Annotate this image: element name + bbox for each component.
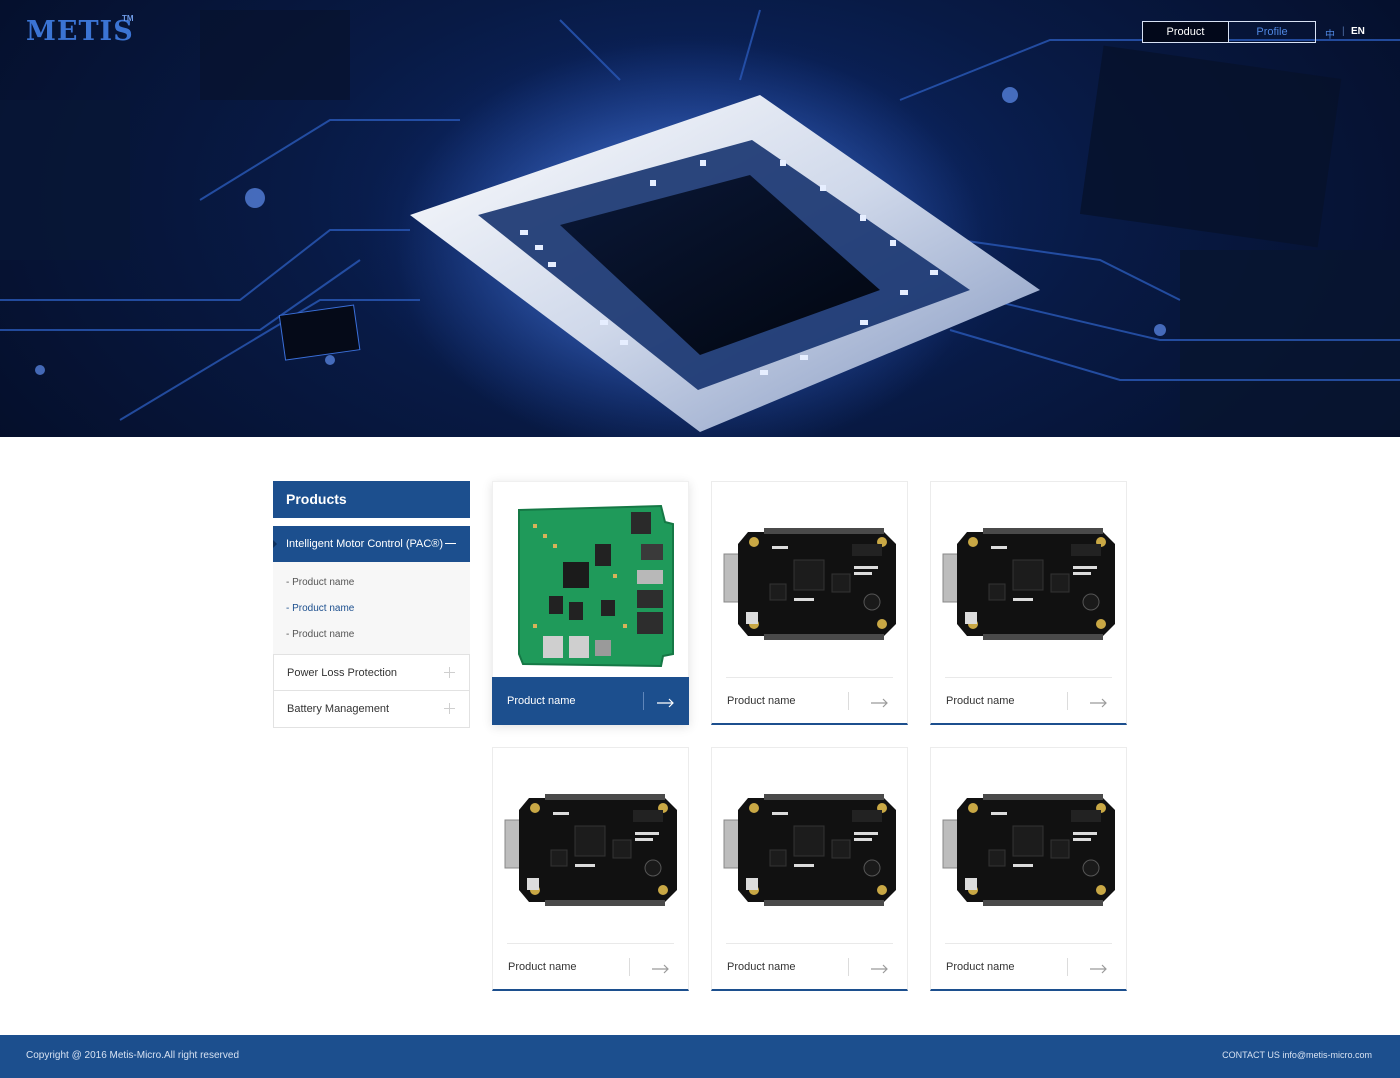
- product-name[interactable]: Product name: [727, 695, 795, 707]
- product-card-footer: Product name: [726, 677, 893, 723]
- sidebar-category-power-loss[interactable]: Power Loss Protection: [273, 654, 470, 691]
- sidebar-subitem[interactable]: - Product name: [273, 570, 470, 596]
- arrow-right-icon[interactable]: [871, 961, 889, 974]
- product-card[interactable]: Product name: [492, 747, 689, 991]
- product-name[interactable]: Product name: [507, 695, 575, 707]
- product-name[interactable]: Product name: [946, 695, 1014, 707]
- lang-english[interactable]: EN: [1351, 26, 1365, 37]
- arrow-right-icon[interactable]: [657, 695, 675, 708]
- product-image[interactable]: [931, 748, 1126, 944]
- product-name[interactable]: Product name: [946, 961, 1014, 973]
- expand-plus-icon[interactable]: [444, 703, 455, 714]
- sidebar-subitem-current[interactable]: - Product name: [273, 596, 470, 622]
- product-card[interactable]: Product name: [930, 481, 1127, 725]
- main-nav: Product Profile: [1142, 21, 1316, 43]
- product-card-footer: Product name: [945, 677, 1112, 723]
- copyright-text: Copyright @ 2016 Metis-Micro.All right r…: [26, 1050, 240, 1061]
- sidebar-category-label: Battery Management: [287, 703, 390, 715]
- active-notch: [273, 540, 277, 548]
- product-image[interactable]: [493, 748, 688, 944]
- footer: Copyright @ 2016 Metis-Micro.All right r…: [0, 1035, 1400, 1078]
- product-card-footer: Product name: [492, 677, 689, 725]
- product-card-footer: Product name: [726, 943, 893, 989]
- sidebar-category-motor-control[interactable]: Intelligent Motor Control (PAC®): [273, 526, 470, 562]
- product-name[interactable]: Product name: [727, 961, 795, 973]
- metis-logo[interactable]: METIS: [26, 16, 134, 47]
- circuit-board-image: [0, 9, 1400, 437]
- footer-divider: [629, 958, 630, 976]
- product-image[interactable]: [712, 748, 907, 944]
- product-card-footer: Product name: [507, 943, 674, 989]
- sidebar-category-label: Power Loss Protection: [287, 667, 398, 679]
- product-card[interactable]: Product name: [492, 481, 689, 725]
- sidebar-subitem[interactable]: - Product name: [273, 622, 470, 648]
- footer-divider: [1067, 692, 1068, 710]
- product-card[interactable]: Product name: [711, 481, 908, 725]
- arrow-right-icon[interactable]: [871, 695, 889, 708]
- sidebar-category-battery[interactable]: Battery Management: [273, 691, 470, 728]
- product-image[interactable]: [931, 482, 1126, 678]
- sidebar-title: Products: [273, 481, 470, 518]
- footer-divider: [1067, 958, 1068, 976]
- contact-email[interactable]: CONTACT US info@metis-micro.com: [1222, 1050, 1372, 1060]
- hero-banner: METIS TM Product Profile 中 | EN: [0, 0, 1400, 437]
- footer-divider: [643, 692, 644, 710]
- product-name[interactable]: Product name: [508, 961, 576, 973]
- arrow-right-icon[interactable]: [652, 961, 670, 974]
- expand-plus-icon[interactable]: [444, 667, 455, 678]
- footer-divider: [848, 958, 849, 976]
- nav-product[interactable]: Product: [1143, 22, 1229, 42]
- lang-separator: |: [1342, 26, 1345, 37]
- page: METIS TM Product Profile 中 | EN Products…: [0, 0, 1400, 1078]
- footer-divider: [848, 692, 849, 710]
- sidebar-subitems: - Product name - Product name - Product …: [273, 562, 470, 654]
- sidebar-category-label: Intelligent Motor Control (PAC®): [286, 538, 444, 550]
- product-sidebar: Products Intelligent Motor Control (PAC®…: [273, 481, 470, 728]
- product-image[interactable]: [493, 482, 688, 678]
- product-card[interactable]: Product name: [930, 747, 1127, 991]
- arrow-right-icon[interactable]: [1090, 961, 1108, 974]
- nav-profile[interactable]: Profile: [1229, 22, 1315, 42]
- collapse-minus-icon[interactable]: [445, 543, 456, 544]
- product-card-footer: Product name: [945, 943, 1112, 989]
- arrow-right-icon[interactable]: [1090, 695, 1108, 708]
- trademark-mark: TM: [122, 14, 134, 23]
- product-image[interactable]: [712, 482, 907, 678]
- product-card[interactable]: Product name: [711, 747, 908, 991]
- lang-chinese[interactable]: 中: [1325, 26, 1335, 41]
